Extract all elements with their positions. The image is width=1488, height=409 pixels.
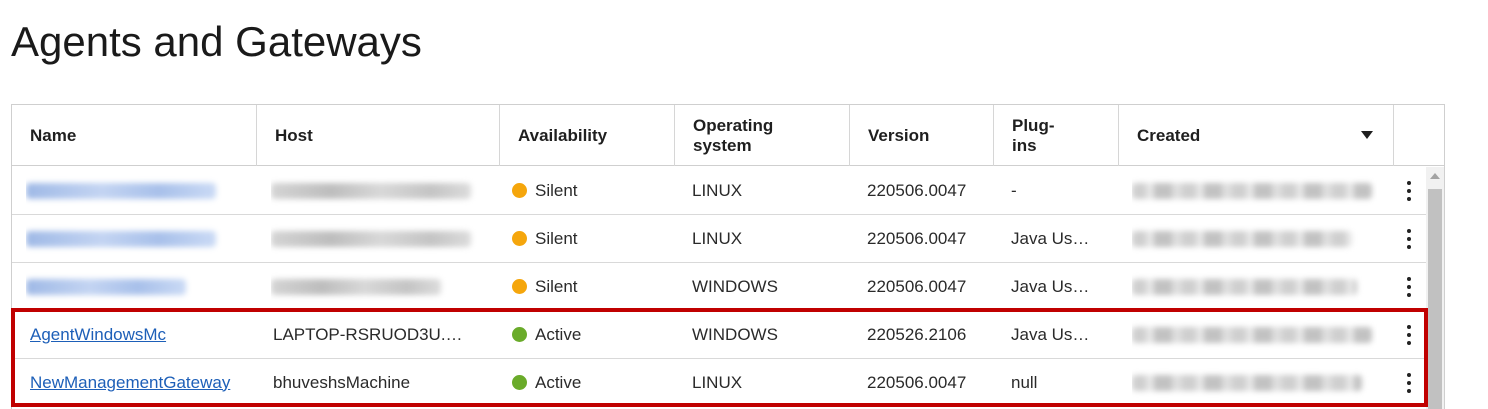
table-row[interactable]: Silent LINUX 220506.0047 -: [12, 167, 1426, 215]
plugins-cell: null: [1011, 372, 1038, 392]
os-cell: WINDOWS: [692, 324, 778, 344]
host-cell: [271, 167, 491, 214]
availability-cell: Silent: [512, 167, 672, 214]
version-cell: 220506.0047: [867, 228, 967, 248]
host-cell: [271, 215, 491, 262]
column-header-label: Name: [30, 125, 77, 145]
host-cell: LAPTOP-RSRUOD3U.…: [273, 324, 463, 344]
status-dot-icon: [512, 327, 527, 342]
redacted-created: [1132, 278, 1357, 295]
column-header-label: Operating system: [693, 116, 773, 156]
more-actions-icon[interactable]: [1405, 181, 1413, 201]
column-header-label: Availability: [518, 125, 608, 145]
redacted-host: [271, 182, 471, 199]
plugins-cell: Java Us…: [1011, 276, 1090, 296]
availability-cell: Silent: [512, 263, 672, 310]
redacted-created: [1132, 374, 1362, 391]
column-header-label: Host: [275, 125, 313, 145]
caret-down-icon[interactable]: [1361, 131, 1373, 139]
column-header-created[interactable]: Created: [1119, 105, 1394, 166]
page-title: Agents and Gateways: [11, 18, 422, 65]
column-header-label-line: system: [693, 135, 752, 155]
column-header-availability[interactable]: Availability: [500, 105, 675, 166]
os-cell: WINDOWS: [692, 276, 778, 296]
redacted-created: [1132, 230, 1352, 247]
created-cell: [1132, 359, 1377, 406]
redacted-name[interactable]: [26, 182, 216, 199]
version-cell: 220506.0047: [867, 180, 967, 200]
column-header-label: Created: [1137, 125, 1201, 145]
column-header-label-line: Operating: [693, 115, 774, 135]
availability-text: Active: [535, 324, 582, 344]
vertical-scrollbar[interactable]: [1426, 167, 1444, 409]
availability-cell: Active: [512, 359, 672, 406]
column-header-operating-system[interactable]: Operating system: [675, 105, 850, 166]
status-dot-icon: [512, 375, 527, 390]
more-actions-icon[interactable]: [1405, 229, 1413, 249]
agents-table: Name Host Availability Operating system V…: [11, 104, 1445, 409]
plugins-cell: Java Us…: [1011, 324, 1090, 344]
column-header-label: Version: [868, 125, 930, 145]
agent-name-cell: NewManagementGateway: [30, 359, 250, 406]
created-cell: [1132, 167, 1377, 214]
column-header-version[interactable]: Version: [850, 105, 994, 166]
column-header-name[interactable]: Name: [12, 105, 257, 166]
column-header-actions: [1394, 105, 1444, 166]
more-actions-icon[interactable]: [1405, 325, 1413, 345]
agent-name-link[interactable]: AgentWindowsMc: [30, 325, 166, 345]
availability-text: Silent: [535, 276, 578, 296]
host-cell: [271, 263, 491, 310]
status-dot-icon: [512, 183, 527, 198]
created-cell: [1132, 263, 1377, 310]
more-actions-icon[interactable]: [1405, 373, 1413, 393]
redacted-created: [1132, 182, 1372, 199]
scrollbar-thumb[interactable]: [1428, 189, 1442, 409]
column-header-host[interactable]: Host: [257, 105, 500, 166]
more-actions-icon[interactable]: [1405, 277, 1413, 297]
plugins-cell: -: [1011, 180, 1017, 200]
redacted-host: [271, 278, 441, 295]
availability-text: Active: [535, 372, 582, 392]
table-header: Name Host Availability Operating system V…: [12, 105, 1444, 166]
status-dot-icon: [512, 231, 527, 246]
scroll-up-arrow-icon[interactable]: [1430, 173, 1440, 179]
table-row[interactable]: NewManagementGateway bhuveshsMachine Act…: [12, 359, 1426, 407]
table-row[interactable]: Silent WINDOWS 220506.0047 Java Us…: [12, 263, 1426, 311]
availability-text: Silent: [535, 228, 578, 248]
redacted-host: [271, 230, 471, 247]
redacted-name[interactable]: [26, 230, 216, 247]
created-cell: [1132, 215, 1377, 262]
status-dot-icon: [512, 279, 527, 294]
agent-name-cell[interactable]: [26, 167, 246, 214]
redacted-created: [1132, 326, 1372, 343]
column-header-label-line: Plug-: [1012, 115, 1055, 135]
agent-name-cell[interactable]: [26, 263, 246, 310]
version-cell: 220506.0047: [867, 372, 967, 392]
os-cell: LINUX: [692, 372, 743, 392]
agent-name-link[interactable]: NewManagementGateway: [30, 373, 230, 393]
availability-text: Silent: [535, 180, 578, 200]
availability-cell: Silent: [512, 215, 672, 262]
host-cell: bhuveshsMachine: [273, 372, 411, 392]
column-header-plugins[interactable]: Plug-ins: [994, 105, 1119, 166]
os-cell: LINUX: [692, 228, 743, 248]
column-header-label: Plug-ins: [1012, 116, 1055, 156]
table-row[interactable]: Silent LINUX 220506.0047 Java Us…: [12, 215, 1426, 263]
created-cell: [1132, 311, 1377, 358]
redacted-name[interactable]: [26, 278, 186, 295]
table-row[interactable]: AgentWindowsMc LAPTOP-RSRUOD3U.… Active …: [12, 311, 1426, 359]
agent-name-cell[interactable]: [26, 215, 246, 262]
agent-name-cell: AgentWindowsMc: [30, 311, 250, 358]
os-cell: LINUX: [692, 180, 743, 200]
plugins-cell: Java Us…: [1011, 228, 1090, 248]
availability-cell: Active: [512, 311, 672, 358]
column-header-label-line: ins: [1012, 135, 1037, 155]
version-cell: 220506.0047: [867, 276, 967, 296]
version-cell: 220526.2106: [867, 324, 967, 344]
